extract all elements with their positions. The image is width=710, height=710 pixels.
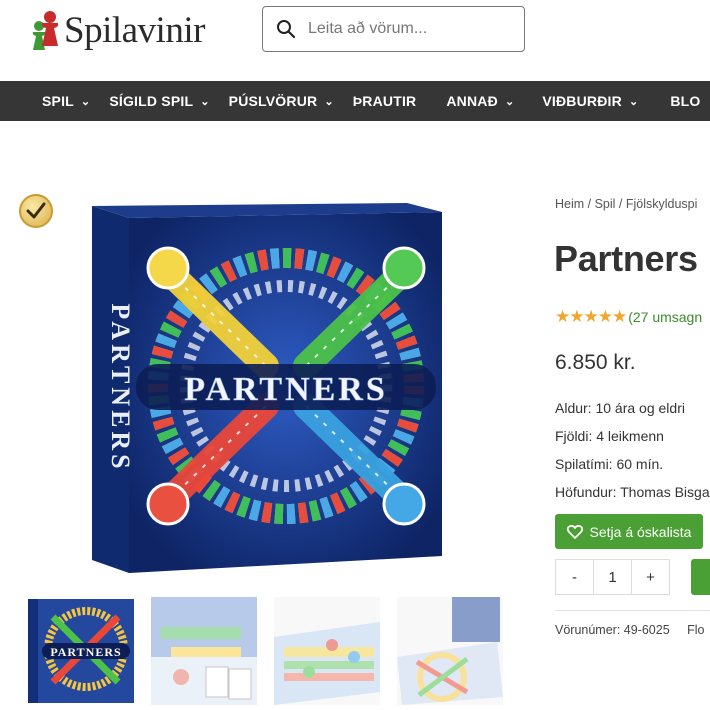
nav-item-spil[interactable]: SPIL ⌄ — [42, 81, 104, 121]
chevron-down-icon: ⌄ — [504, 95, 515, 108]
game-box-illustration: PARTNERS PARTNERS — [92, 203, 442, 573]
box-front-title: PARTNERS — [184, 371, 388, 408]
nav-item-thrautir[interactable]: ÞRAUTIR — [348, 81, 447, 121]
nav-label: ÞRAUTIR — [352, 93, 417, 109]
attr-age: Aldur: 10 ára og eldri — [555, 400, 685, 416]
attr-players: Fjöldi: 4 leikmenn — [555, 428, 664, 444]
nav-item-annad[interactable]: ANNAÐ ⌄ — [446, 81, 528, 121]
product-title: Partners — [554, 238, 698, 279]
site-logo[interactable]: Spilavinir — [30, 8, 205, 52]
product-attributes: Aldur: 10 ára og eldri Fjöldi: 4 leikmen… — [555, 394, 710, 506]
chevron-down-icon: ⌄ — [80, 95, 91, 108]
product-rating[interactable]: ★★★★★ (27 umsagn — [555, 307, 702, 327]
logo-text: Spilavinir — [64, 9, 205, 51]
divider — [555, 610, 710, 611]
add-to-wishlist-button[interactable]: Setja á óskalista — [555, 514, 703, 549]
nav-item-sigild-spil[interactable]: SÍGILD SPIL ⌄ — [104, 81, 223, 121]
thumbnail-board-cards[interactable] — [151, 597, 257, 705]
product-price: 6.850 kr. — [555, 351, 636, 374]
thumbnail-strip: PARTNERS — [28, 597, 520, 705]
box-side-title: PARTNERS — [106, 303, 135, 472]
thumbnail-box[interactable]: PARTNERS — [28, 597, 134, 705]
nav-item-blog[interactable]: BLO — [652, 81, 710, 121]
meeple-logo-icon — [32, 11, 59, 50]
thumbnail-board-pieces[interactable] — [274, 597, 380, 705]
thumbnail-box-board[interactable] — [397, 597, 503, 705]
breadcrumb-category[interactable]: Fjölskylduspi — [626, 197, 698, 211]
heart-icon — [566, 524, 583, 539]
chevron-down-icon: ⌄ — [200, 95, 210, 108]
breadcrumb-home[interactable]: Heim — [555, 197, 584, 211]
product-category-meta: Flo — [687, 623, 705, 637]
product-meta: Vörunúmer: 49-6025 Flo — [555, 623, 705, 637]
nav-label: SPIL — [42, 93, 74, 109]
nav-label: VIÐBURÐIR — [542, 93, 622, 109]
search-icon — [277, 20, 296, 39]
nav-label: SÍGILD SPIL — [109, 93, 194, 109]
site-header: Spilavinir — [0, 0, 710, 81]
star-rating-icon: ★★★★★ — [555, 307, 627, 326]
review-count-link[interactable]: (27 umsagn — [628, 309, 702, 325]
breadcrumb-spil[interactable]: Spil — [595, 197, 616, 211]
nav-label: PÚSLVÖRUR — [228, 93, 318, 109]
add-to-cart-button[interactable] — [691, 559, 710, 595]
product-sku: Vörunúmer: 49-6025 — [555, 623, 670, 637]
breadcrumb: Heim / Spil / Fjölskylduspi — [555, 197, 698, 211]
chevron-down-icon: ⌄ — [628, 95, 639, 108]
nav-label: ANNAÐ — [446, 93, 498, 109]
product-main-image[interactable]: PARTNERS PARTNERS — [92, 198, 442, 573]
attr-author: Höfundur: Thomas Bisga — [555, 484, 710, 500]
nav-item-vidburdir[interactable]: VIÐBURÐIR ⌄ — [542, 81, 652, 121]
main-nav: SPIL ⌄ SÍGILD SPIL ⌄ PÚSLVÖRUR ⌄ ÞRAUTIR AN… — [0, 81, 710, 121]
qty-plus-button[interactable]: + — [632, 560, 669, 594]
checkmark-icon — [26, 202, 46, 219]
thumbnail-title: PARTNERS — [50, 645, 121, 659]
search-input[interactable] — [306, 19, 510, 39]
search-box[interactable] — [262, 6, 525, 52]
verified-check-badge — [19, 194, 53, 228]
nav-label: BLO — [670, 93, 701, 109]
nav-item-puslvorur[interactable]: PÚSLVÖRUR ⌄ — [224, 81, 348, 121]
attr-playtime: Spilatími: 60 mín. — [555, 456, 664, 472]
chevron-down-icon: ⌄ — [324, 95, 334, 108]
wishlist-label: Setja á óskalista — [589, 523, 692, 540]
qty-minus-button[interactable]: - — [556, 560, 593, 594]
qty-input[interactable]: 1 — [593, 560, 632, 594]
quantity-stepper: - 1 + — [555, 559, 670, 595]
